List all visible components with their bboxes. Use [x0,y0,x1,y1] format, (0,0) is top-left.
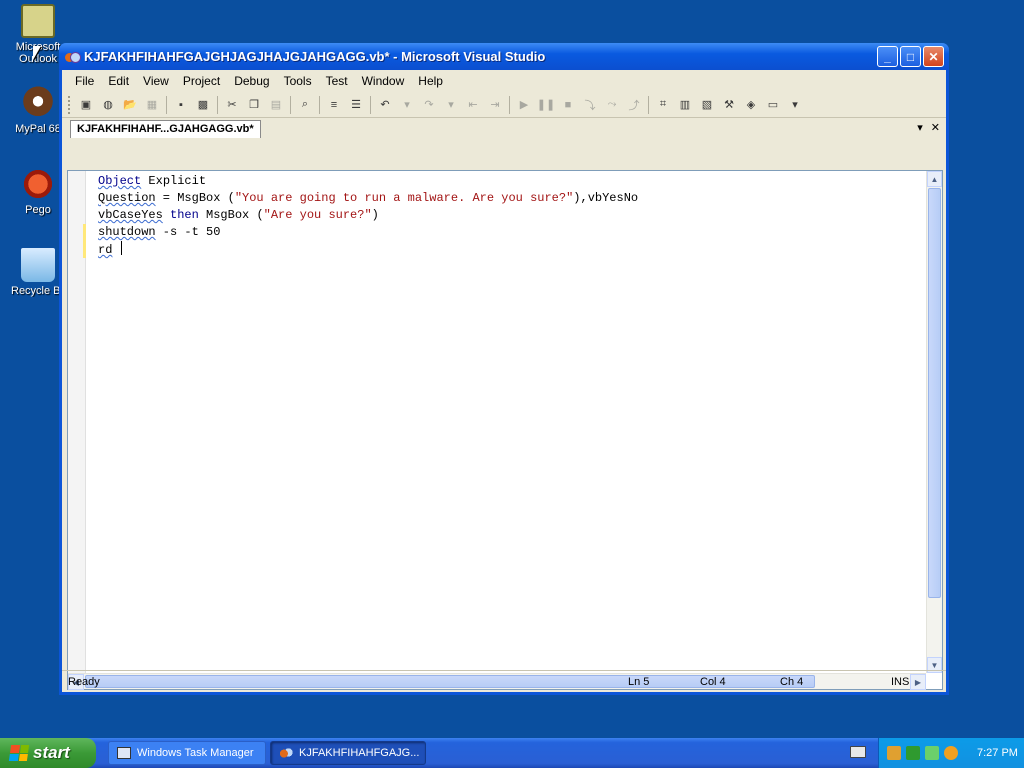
clock[interactable]: 7:27 PM [977,747,1018,759]
close-document-icon[interactable]: ✕ [931,121,940,134]
code-editor[interactable]: Object Explicit Question = MsgBox ("You a… [67,170,943,690]
mouse-cursor-icon [33,46,41,60]
active-files-dropdown-icon[interactable]: ▾ [917,121,923,134]
cut-icon[interactable]: ✂ [223,96,241,114]
status-bar: Ready Ln 5 Col 4 Ch 4 INS [62,670,946,692]
task-manager-icon [117,747,131,759]
open-file-icon[interactable]: 📂 [121,96,139,114]
status-column: Col 4 [700,675,726,688]
taskbar: start Windows Task Manager KJFAKHFIHAHFG… [0,738,1024,768]
toolbox-icon[interactable]: ⚒ [720,96,738,114]
pause-icon[interactable]: ❚❚ [537,96,555,114]
start-button[interactable]: start [0,738,96,768]
mypal-icon [21,86,55,120]
code-line-5: rd [98,241,638,259]
menu-file[interactable]: File [68,72,101,90]
pego-icon [21,167,55,201]
menu-view[interactable]: View [136,72,176,90]
navigate-back-icon[interactable]: ⇤ [464,96,482,114]
step-into-icon[interactable]: ⤵ [581,96,599,114]
window-title: KJFAKHFIHAHFGAJGHJAGJHAJGJAHGAGG.vb* - M… [84,49,546,64]
find-in-files-icon[interactable]: ⌗ [654,96,672,114]
menu-tools[interactable]: Tools [277,72,319,90]
minimize-button[interactable]: _ [877,46,898,67]
save-all-icon[interactable]: ▩ [194,96,212,114]
add-item-icon[interactable]: ◍ [99,96,117,114]
outlook-icon [21,4,55,38]
start-page-icon[interactable]: ▭ [764,96,782,114]
tray-app-icon[interactable] [887,746,901,760]
text-caret [120,241,122,255]
tray-security-icon[interactable] [925,746,939,760]
status-text: Ready [68,675,100,688]
status-insert-mode: INS [891,675,910,688]
toolbar-grip[interactable] [68,95,71,114]
title-bar[interactable]: KJFAKHFIHAHFGAJGHJAGJHAJGJAHGAGG.vb* - M… [59,43,949,70]
properties-icon[interactable]: ▧ [698,96,716,114]
taskbar-item-visual-studio[interactable]: KJFAKHFIHAHFGAJG... [270,741,426,765]
code-line-4: shutdown -s -t 50 [98,225,221,239]
menu-bar: File Edit View Project Debug Tools Test … [62,70,946,92]
solution-explorer-icon[interactable]: ▥ [676,96,694,114]
menu-project[interactable]: Project [176,72,227,90]
visual-studio-icon [65,50,81,64]
find-icon[interactable]: ⌕ [296,96,314,114]
redo-icon[interactable]: ↷ [420,96,438,114]
scroll-up-arrow-icon[interactable]: ▲ [927,171,942,187]
maximize-button[interactable]: □ [900,46,921,67]
redo-dropdown-icon[interactable]: ▾ [442,96,460,114]
navigate-forward-icon[interactable]: ⇥ [486,96,504,114]
document-tab-bar: KJFAKHFIHAHF...GJAHGAGG.vb* ▾ ✕ [62,118,946,138]
undo-icon[interactable]: ↶ [376,96,394,114]
code-line-1: Object Explicit [98,174,207,188]
object-browser-icon[interactable]: ◈ [742,96,760,114]
copy-icon[interactable]: ❐ [245,96,263,114]
recycle-bin-icon [21,248,55,282]
undo-dropdown-icon[interactable]: ▾ [398,96,416,114]
status-character: Ch 4 [780,675,804,688]
code-line-3: vbCaseYes then MsgBox ("Are you sure?") [98,208,379,222]
start-debugging-icon[interactable]: ▶ [515,96,533,114]
add-new-item-icon[interactable]: ▦ [143,96,161,114]
standard-toolbar: ▣ ◍ 📂 ▦ ▪ ▩ ✂ ❐ ▤ ⌕ ≡ ☰ ↶ ▾ ↷ ▾ ⇤ ⇥ ▶ ❚❚ [62,92,946,118]
language-bar-keyboard-icon[interactable] [850,746,866,758]
stop-icon[interactable]: ■ [559,96,577,114]
uncomment-icon[interactable]: ☰ [347,96,365,114]
vertical-scroll-thumb[interactable] [928,188,941,598]
step-over-icon[interactable]: ⤳ [603,96,621,114]
taskbar-item-task-manager[interactable]: Windows Task Manager [108,741,266,765]
window-client: File Edit View Project Debug Tools Test … [62,70,946,692]
menu-window[interactable]: Window [355,72,412,90]
tray-network-icon[interactable] [906,746,920,760]
menu-help[interactable]: Help [411,72,450,90]
save-icon[interactable]: ▪ [172,96,190,114]
document-tab[interactable]: KJFAKHFIHAHF...GJAHGAGG.vb* [70,120,261,138]
close-button[interactable]: ✕ [923,46,944,67]
tray-search-icon[interactable] [944,746,958,760]
menu-edit[interactable]: Edit [101,72,136,90]
code-text[interactable]: Object Explicit Question = MsgBox ("You a… [98,173,638,259]
change-tracking-marker [83,224,86,258]
visual-studio-window: KJFAKHFIHAHFGAJGHJAGJHAJGJAHGAGG.vb* - M… [59,43,949,695]
windows-flag-icon [8,745,30,761]
vertical-scrollbar[interactable]: ▲ ▼ [926,171,942,673]
new-project-icon[interactable]: ▣ [77,96,95,114]
step-out-icon[interactable]: ⤴ [625,96,643,114]
system-tray: 7:27 PM [878,738,1024,768]
comment-icon[interactable]: ≡ [325,96,343,114]
menu-debug[interactable]: Debug [227,72,276,90]
toolbar-options-icon[interactable]: ▾ [786,96,804,114]
code-line-2: Question = MsgBox ("You are going to run… [98,191,639,205]
paste-icon[interactable]: ▤ [267,96,285,114]
status-line: Ln 5 [628,675,650,688]
menu-test[interactable]: Test [319,72,355,90]
visual-studio-taskbar-icon [279,747,293,759]
